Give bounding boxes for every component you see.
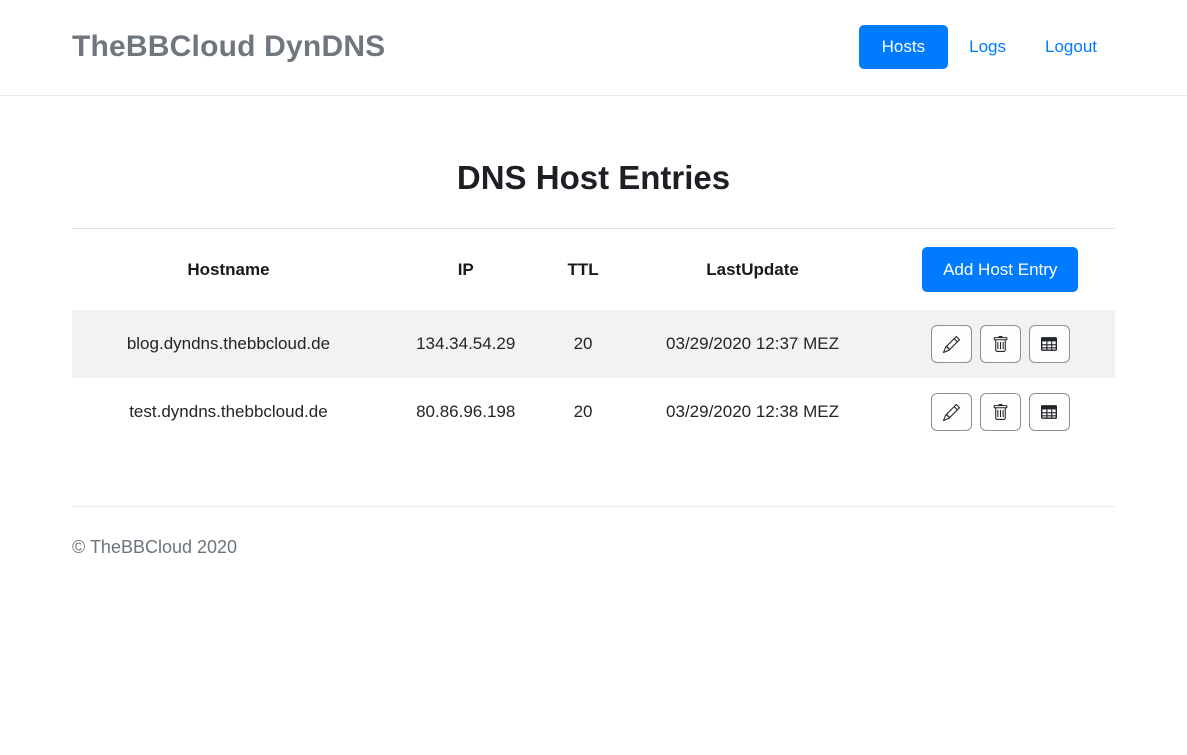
column-header-hostname: Hostname: [72, 229, 385, 311]
trash-icon: [992, 336, 1009, 353]
main-content: DNS Host Entries Hostname IP TTL LastUpd…: [72, 159, 1115, 598]
edit-host-button[interactable]: [931, 325, 972, 363]
hostname-cell: test.dyndns.thebbcloud.de: [72, 378, 385, 446]
actions-cell: [886, 378, 1116, 446]
row-action-group: [931, 325, 1070, 363]
hosts-table-wrap: Hostname IP TTL LastUpdate Add Host Entr…: [72, 228, 1115, 446]
column-header-last-update: LastUpdate: [620, 229, 886, 311]
last-update-cell: 03/29/2020 12:37 MEZ: [620, 310, 886, 378]
hostname-cell: blog.dyndns.thebbcloud.de: [72, 310, 385, 378]
delete-host-button[interactable]: [980, 393, 1021, 431]
table-row: blog.dyndns.thebbcloud.de 134.34.54.29 2…: [72, 310, 1115, 378]
ip-cell: 80.86.96.198: [385, 378, 547, 446]
last-update-cell: 03/29/2020 12:38 MEZ: [620, 378, 886, 446]
ttl-cell: 20: [547, 310, 620, 378]
pencil-icon: [943, 336, 960, 353]
table-icon: [1040, 335, 1058, 353]
column-header-actions: Add Host Entry: [886, 229, 1116, 311]
add-host-entry-button[interactable]: Add Host Entry: [922, 247, 1078, 292]
brand-title: TheBBCloud DynDNS: [72, 30, 385, 64]
page-title: DNS Host Entries: [72, 159, 1115, 197]
copyright-text: © TheBBCloud 2020: [72, 537, 237, 557]
row-action-group: [931, 393, 1070, 431]
host-records-button[interactable]: [1029, 393, 1070, 431]
site-footer: © TheBBCloud 2020: [72, 507, 1115, 598]
table-row: test.dyndns.thebbcloud.de 80.86.96.198 2…: [72, 378, 1115, 446]
column-header-ttl: TTL: [547, 229, 620, 311]
host-records-button[interactable]: [1029, 325, 1070, 363]
pencil-icon: [943, 404, 960, 421]
edit-host-button[interactable]: [931, 393, 972, 431]
delete-host-button[interactable]: [980, 325, 1021, 363]
column-header-ip: IP: [385, 229, 547, 311]
main-nav: Hosts Logs Logout: [856, 25, 1115, 69]
trash-icon: [992, 404, 1009, 421]
site-header: TheBBCloud DynDNS Hosts Logs Logout: [0, 0, 1187, 96]
nav-item-hosts[interactable]: Hosts: [859, 25, 948, 69]
table-header-row: Hostname IP TTL LastUpdate Add Host Entr…: [72, 229, 1115, 311]
actions-cell: [886, 310, 1116, 378]
ttl-cell: 20: [547, 378, 620, 446]
hosts-table: Hostname IP TTL LastUpdate Add Host Entr…: [72, 228, 1115, 446]
nav-item-logout[interactable]: Logout: [1027, 25, 1115, 69]
table-icon: [1040, 403, 1058, 421]
ip-cell: 134.34.54.29: [385, 310, 547, 378]
nav-item-logs[interactable]: Logs: [951, 25, 1024, 69]
